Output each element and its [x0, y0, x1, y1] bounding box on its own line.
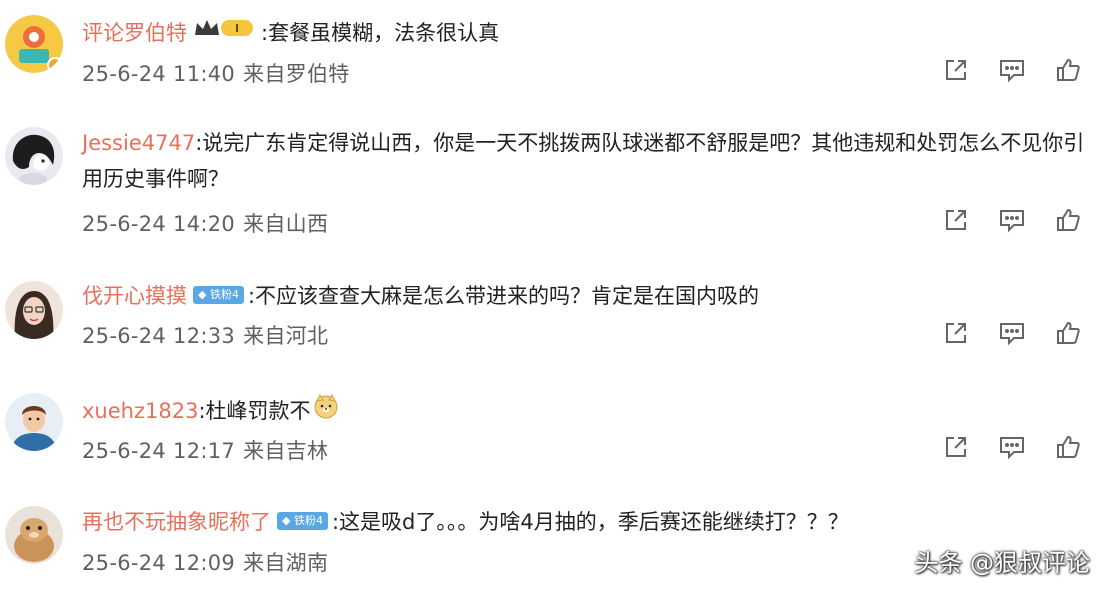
comment-time: 25-6-24 12:33 [82, 324, 236, 348]
fan-badge-label: 铁粉4 [209, 288, 239, 301]
comment-meta: 25-6-24 12:33 来自河北 [82, 320, 328, 350]
comment-meta: 25-6-24 11:40 来自罗伯特 [82, 58, 350, 88]
avatar[interactable] [5, 281, 63, 339]
like-icon[interactable] [1054, 56, 1082, 84]
comment-content: Jessie4747:说完广东肯定得说山西，你是一天不挑拨两队球迷都不舒服是吧？… [82, 125, 1087, 197]
reply-icon[interactable] [998, 206, 1026, 234]
fan-badge: ◆ 铁粉4 [193, 286, 244, 304]
comment-time: 25-6-24 12:17 [82, 439, 236, 463]
comment-text: :说完广东肯定得说山西，你是一天不挑拨两队球迷都不舒服是吧？其他违规和处罚怎么不… [82, 131, 1085, 191]
share-icon[interactable] [942, 56, 970, 84]
username-link[interactable]: 再也不玩抽象昵称了 [82, 510, 271, 534]
share-icon[interactable] [942, 319, 970, 347]
comment-text: :套餐虽模糊，法条很认真 [261, 21, 500, 45]
comment-time: 25-6-24 11:40 [82, 62, 236, 86]
comment-content: 再也不玩抽象昵称了 ◆ 铁粉4:这是吸d了。。。为啥4月抽的，季后赛还能继续打？？… [82, 507, 849, 537]
comment-source: 来自吉林 [243, 439, 329, 463]
comment-text: :这是吸d了。。。为啥4月抽的，季后赛还能继续打？？？ [331, 510, 849, 534]
like-icon[interactable] [1054, 319, 1082, 347]
comment-content: 评论罗伯特 I :套餐虽模糊，法条很认真 [82, 18, 499, 49]
avatar[interactable] [5, 393, 63, 451]
like-icon[interactable] [1054, 206, 1082, 234]
comment-actions [942, 319, 1082, 347]
svg-text:I: I [235, 22, 239, 35]
comment-meta: 25-6-24 14:20 来自山西 [82, 208, 328, 238]
comment-content: 伐开心摸摸 ◆ 铁粉4:不应该查查大麻是怎么带进来的吗？肯定是在国内吸的 [82, 281, 759, 311]
like-icon[interactable] [1054, 433, 1082, 461]
comment-meta: 25-6-24 12:17 来自吉林 [82, 435, 328, 465]
comment-actions [942, 56, 1082, 84]
username-link[interactable]: xuehz1823 [82, 399, 198, 423]
comment-source: 来自湖南 [243, 551, 329, 575]
comment-meta: 25-6-24 12:09 来自湖南 [82, 547, 328, 577]
reply-icon[interactable] [998, 319, 1026, 347]
username-link[interactable]: Jessie4747 [82, 131, 195, 155]
vip-crown-icon: I [193, 17, 255, 47]
comment-source: 来自河北 [243, 324, 329, 348]
comment-content: xuehz1823:杜峰罚款不 [82, 393, 339, 429]
avatar[interactable] [5, 127, 63, 185]
comment-actions [942, 206, 1082, 234]
username-link[interactable]: 评论罗伯特 [82, 21, 187, 45]
comment-actions [942, 433, 1082, 461]
watermark: 头条 @狠叔评论 [914, 549, 1090, 577]
username-link[interactable]: 伐开心摸摸 [82, 284, 187, 308]
comment-time: 25-6-24 14:20 [82, 212, 236, 236]
fan-badge: ◆ 铁粉4 [277, 512, 328, 530]
share-icon[interactable] [942, 433, 970, 461]
fan-badge-label: 铁粉4 [293, 514, 323, 527]
reply-icon[interactable] [998, 433, 1026, 461]
comment-text: :不应该查查大麻是怎么带进来的吗？肯定是在国内吸的 [247, 284, 760, 308]
comment-source: 来自山西 [243, 212, 329, 236]
comment-source: 来自罗伯特 [243, 62, 350, 86]
avatar[interactable] [5, 506, 63, 564]
avatar[interactable] [5, 15, 63, 73]
comment-time: 25-6-24 12:09 [82, 551, 236, 575]
reply-icon[interactable] [998, 56, 1026, 84]
comment-text: :杜峰罚款不 [198, 399, 311, 423]
doge-emoji-icon [313, 393, 339, 427]
share-icon[interactable] [942, 206, 970, 234]
